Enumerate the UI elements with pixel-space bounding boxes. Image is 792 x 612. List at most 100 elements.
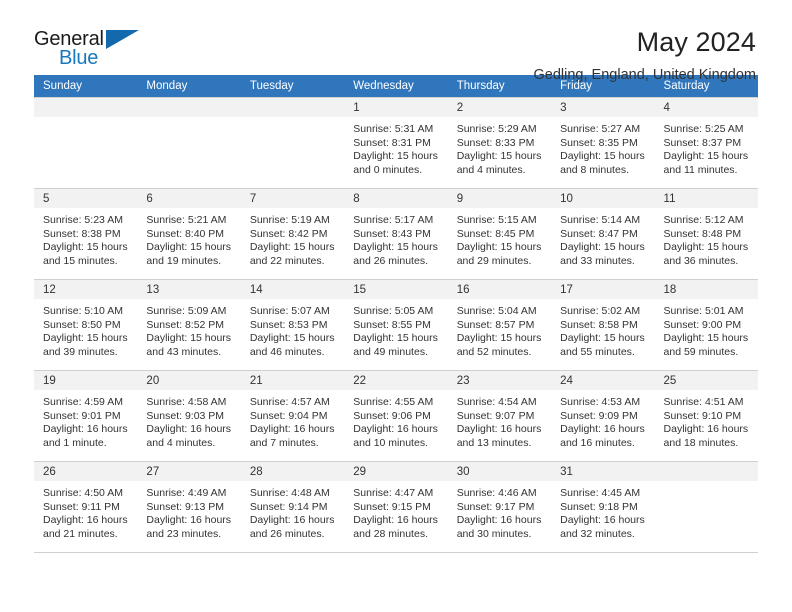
calendar-page: General Blue May 2024 Gedling, England, …: [0, 0, 792, 612]
daylight-text-line2: and 15 minutes.: [43, 254, 118, 267]
calendar-day-cell[interactable]: 30 Sunrise: 4:46 AM Sunset: 9:17 PM Dayligh…: [447, 461, 552, 553]
sunset-text: Sunset: 9:10 PM: [663, 409, 742, 422]
calendar-day-cell[interactable]: 20 Sunrise: 4:58 AM Sunset: 9:03 PM Dayligh…: [137, 370, 241, 462]
sunset-text: Sunset: 9:13 PM: [146, 500, 225, 513]
day-number: 2: [447, 98, 552, 117]
sunset-text: Sunset: 8:53 PM: [249, 318, 328, 331]
calendar-day-cell[interactable]: 17 Sunrise: 5:02 AM Sunset: 8:58 PM Dayligh…: [551, 279, 655, 371]
day-number: 31: [551, 462, 655, 481]
day-details: Sunrise: 5:23 AM Sunset: 8:38 PM Daylight:…: [34, 208, 137, 268]
calendar-day-cell[interactable]: 13 Sunrise: 5:09 AM Sunset: 8:52 PM Dayligh…: [137, 279, 241, 371]
calendar-day-cell[interactable]: 3 Sunrise: 5:27 AM Sunset: 8:35 PM Daylight…: [551, 97, 655, 189]
daylight-text-line1: Daylight: 15 hours: [146, 241, 232, 254]
general-blue-logo[interactable]: General Blue: [34, 26, 154, 74]
sunrise-text: Sunrise: 5:15 AM: [456, 214, 537, 226]
day-details: Sunrise: 5:01 AM Sunset: 9:00 PM Daylight:…: [655, 299, 758, 359]
day-details: Sunrise: 5:12 AM Sunset: 8:48 PM Daylight:…: [655, 208, 758, 268]
calendar-day-cell-empty: [654, 461, 758, 553]
calendar-day-cell[interactable]: 9 Sunrise: 5:15 AM Sunset: 8:45 PM Daylight…: [447, 188, 552, 280]
calendar-day-cell[interactable]: 4 Sunrise: 5:25 AM Sunset: 8:37 PM Daylight…: [654, 97, 758, 189]
day-number: [34, 98, 138, 117]
daylight-text-line2: and 23 minutes.: [146, 527, 222, 540]
calendar-day-cell[interactable]: 22 Sunrise: 4:55 AM Sunset: 9:06 PM Dayligh…: [344, 370, 448, 462]
day-number: 13: [137, 280, 241, 299]
sunrise-text: Sunrise: 5:29 AM: [456, 123, 537, 135]
sunset-text: Sunset: 9:11 PM: [43, 500, 120, 513]
daylight-text-line1: Daylight: 15 hours: [43, 241, 128, 254]
calendar-day-cell[interactable]: 18 Sunrise: 5:01 AM Sunset: 9:00 PM Dayligh…: [654, 279, 758, 371]
daylight-text-line1: Daylight: 16 hours: [353, 423, 438, 436]
daylight-text-line2: and 1 minute.: [43, 436, 107, 449]
calendar-day-cell[interactable]: 24 Sunrise: 4:53 AM Sunset: 9:09 PM Dayligh…: [551, 370, 655, 462]
calendar-day-cell[interactable]: 29 Sunrise: 4:47 AM Sunset: 9:15 PM Dayligh…: [344, 461, 448, 553]
daylight-text-line1: Daylight: 16 hours: [43, 423, 128, 436]
sunset-text: Sunset: 8:31 PM: [353, 136, 431, 149]
page-header: General Blue May 2024 Gedling, England, …: [34, 0, 758, 83]
sunset-text: Sunset: 8:40 PM: [146, 227, 225, 240]
day-number: 28: [240, 462, 345, 481]
calendar-day-cell[interactable]: 12 Sunrise: 5:10 AM Sunset: 8:50 PM Dayligh…: [34, 279, 138, 371]
daylight-text-line1: Daylight: 16 hours: [43, 514, 128, 527]
day-details: Sunrise: 4:45 AM Sunset: 9:18 PM Daylight:…: [551, 481, 654, 541]
daylight-text-line2: and 18 minutes.: [663, 436, 739, 449]
calendar-day-cell[interactable]: 16 Sunrise: 5:04 AM Sunset: 8:57 PM Dayligh…: [447, 279, 552, 371]
day-number: 19: [34, 371, 138, 390]
day-details: Sunrise: 5:07 AM Sunset: 8:53 PM Daylight:…: [241, 299, 344, 359]
daylight-text-line2: and 33 minutes.: [560, 254, 635, 267]
daylight-text-line2: and 49 minutes.: [353, 345, 428, 358]
sunrise-text: Sunrise: 5:25 AM: [663, 123, 744, 135]
day-number: 25: [654, 371, 758, 390]
calendar-day-cell[interactable]: 1 Sunrise: 5:31 AM Sunset: 8:31 PM Daylight…: [344, 97, 448, 189]
calendar-day-cell[interactable]: 23 Sunrise: 4:54 AM Sunset: 9:07 PM Dayligh…: [447, 370, 552, 462]
sunset-text: Sunset: 9:04 PM: [249, 409, 328, 422]
day-number: 18: [654, 280, 758, 299]
daylight-text-line1: Daylight: 16 hours: [353, 514, 438, 527]
calendar-day-cell[interactable]: 10 Sunrise: 5:14 AM Sunset: 8:47 PM Dayligh…: [551, 188, 655, 280]
daylight-text-line1: Daylight: 15 hours: [663, 150, 749, 163]
calendar-day-cell[interactable]: 31 Sunrise: 4:45 AM Sunset: 9:18 PM Dayligh…: [551, 461, 655, 553]
daylight-text-line1: Daylight: 15 hours: [249, 241, 335, 254]
calendar-body: 1 Sunrise: 5:31 AM Sunset: 8:31 PM Daylight…: [34, 97, 758, 553]
sunset-text: Sunset: 8:33 PM: [456, 136, 535, 149]
sunrise-text: Sunrise: 4:46 AM: [456, 487, 537, 499]
calendar-day-cell[interactable]: 5 Sunrise: 5:23 AM Sunset: 8:38 PM Daylight…: [34, 188, 138, 280]
calendar-day-cell[interactable]: 8 Sunrise: 5:17 AM Sunset: 8:43 PM Daylight…: [344, 188, 448, 280]
calendar-day-cell[interactable]: 6 Sunrise: 5:21 AM Sunset: 8:40 PM Daylight…: [137, 188, 241, 280]
calendar-day-cell[interactable]: 27 Sunrise: 4:49 AM Sunset: 9:13 PM Dayligh…: [137, 461, 241, 553]
daylight-text-line1: Daylight: 15 hours: [456, 332, 542, 345]
sunrise-text: Sunrise: 5:31 AM: [353, 123, 434, 135]
day-number: 22: [344, 371, 448, 390]
day-details: Sunrise: 5:25 AM Sunset: 8:37 PM Daylight:…: [655, 117, 758, 177]
calendar-week-row: 19 Sunrise: 4:59 AM Sunset: 9:01 PM Dayligh…: [34, 370, 758, 462]
calendar-day-cell-empty: [240, 97, 345, 189]
calendar-day-cell[interactable]: 14 Sunrise: 5:07 AM Sunset: 8:53 PM Dayligh…: [240, 279, 345, 371]
daylight-text-line1: Daylight: 15 hours: [663, 332, 749, 345]
sunrise-text: Sunrise: 5:21 AM: [146, 214, 227, 226]
day-details: Sunrise: 5:10 AM Sunset: 8:50 PM Daylight:…: [34, 299, 137, 359]
daylight-text-line2: and 4 minutes.: [456, 163, 526, 176]
calendar-day-cell[interactable]: 7 Sunrise: 5:19 AM Sunset: 8:42 PM Daylight…: [240, 188, 345, 280]
day-number: 26: [34, 462, 138, 481]
sunrise-text: Sunrise: 4:47 AM: [353, 487, 434, 499]
day-number: [137, 98, 241, 117]
day-details: Sunrise: 4:49 AM Sunset: 9:13 PM Daylight:…: [137, 481, 240, 541]
day-number: 11: [654, 189, 758, 208]
calendar-day-cell[interactable]: 25 Sunrise: 4:51 AM Sunset: 9:10 PM Dayligh…: [654, 370, 758, 462]
calendar-day-cell[interactable]: 21 Sunrise: 4:57 AM Sunset: 9:04 PM Dayligh…: [240, 370, 345, 462]
sunset-text: Sunset: 8:52 PM: [146, 318, 225, 331]
day-number: 3: [551, 98, 655, 117]
calendar-day-cell[interactable]: 28 Sunrise: 4:48 AM Sunset: 9:14 PM Dayligh…: [240, 461, 345, 553]
day-number: 27: [137, 462, 241, 481]
day-details: Sunrise: 4:51 AM Sunset: 9:10 PM Daylight:…: [655, 390, 758, 450]
calendar-day-cell[interactable]: 11 Sunrise: 5:12 AM Sunset: 8:48 PM Dayligh…: [654, 188, 758, 280]
calendar-day-cell-empty: [137, 97, 241, 189]
day-details: Sunrise: 4:59 AM Sunset: 9:01 PM Daylight:…: [34, 390, 137, 450]
calendar-grid: Sunday Monday Tuesday Wednesday Thursday…: [34, 75, 758, 553]
day-number: 24: [551, 371, 655, 390]
calendar-day-cell[interactable]: 19 Sunrise: 4:59 AM Sunset: 9:01 PM Dayligh…: [34, 370, 138, 462]
sunrise-text: Sunrise: 4:57 AM: [249, 396, 330, 408]
calendar-day-cell[interactable]: 26 Sunrise: 4:50 AM Sunset: 9:11 PM Dayligh…: [34, 461, 138, 553]
calendar-day-cell[interactable]: 15 Sunrise: 5:05 AM Sunset: 8:55 PM Dayligh…: [344, 279, 448, 371]
day-details: Sunrise: 5:05 AM Sunset: 8:55 PM Daylight:…: [344, 299, 447, 359]
calendar-day-cell[interactable]: 2 Sunrise: 5:29 AM Sunset: 8:33 PM Daylight…: [447, 97, 552, 189]
